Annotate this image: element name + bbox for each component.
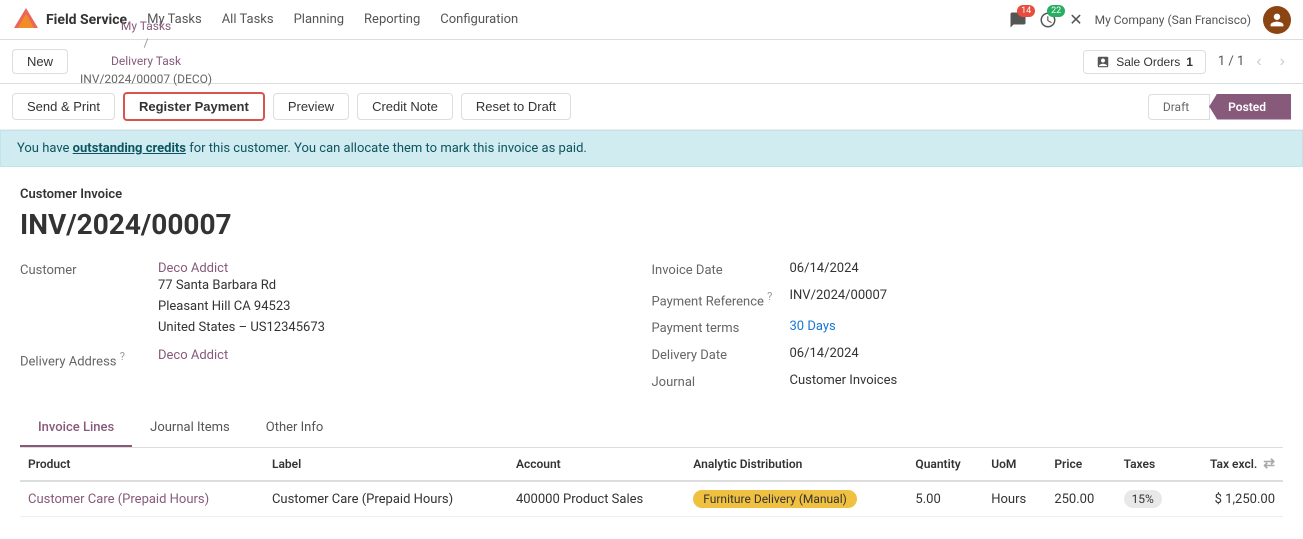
nav-planning[interactable]: Planning: [294, 12, 344, 27]
row-product[interactable]: Customer Care (Prepaid Hours): [28, 492, 209, 507]
journal-field: Journal Customer Invoices: [652, 373, 1284, 390]
alert-text-after: for this customer. You can allocate them…: [189, 141, 587, 156]
sale-orders-icon: [1096, 55, 1110, 69]
invoice-date-value: 06/14/2024: [790, 261, 859, 276]
breadcrumb-separator: /: [144, 35, 149, 52]
nav-right: 14 22 ✕ My Company (San Francisco): [1009, 6, 1291, 34]
nav-links: My Tasks All Tasks Planning Reporting Co…: [147, 12, 989, 27]
nav-reporting[interactable]: Reporting: [364, 12, 420, 27]
delivery-address-value[interactable]: Deco Addict: [158, 348, 228, 363]
sale-orders-count: 1: [1186, 55, 1193, 69]
col-tax-excl: Tax excl. ⇄: [1183, 448, 1283, 480]
sale-orders-label: Sale Orders: [1116, 55, 1180, 69]
nav-all-tasks[interactable]: All Tasks: [222, 12, 274, 27]
form-left: Customer Deco Addict 77 Santa Barbara Rd…: [20, 261, 652, 390]
payment-ref-value: INV/2024/00007: [790, 288, 888, 303]
table-row: Customer Care (Prepaid Hours) Customer C…: [20, 481, 1283, 517]
sale-orders-button[interactable]: Sale Orders 1: [1083, 50, 1206, 74]
avatar[interactable]: [1263, 6, 1291, 34]
tab-other-info[interactable]: Other Info: [248, 410, 342, 447]
pagination: 1 / 1 ‹ ›: [1218, 51, 1291, 73]
payment-terms-label: Payment terms: [652, 319, 782, 336]
invoice-date-field: Invoice Date 06/14/2024: [652, 261, 1284, 278]
chat-notification[interactable]: 14: [1009, 11, 1027, 29]
delivery-address-field: Delivery Address ? Deco Addict: [20, 348, 652, 369]
invoice-date-label: Invoice Date: [652, 261, 782, 278]
logo-icon: [12, 6, 40, 34]
customer-label: Customer: [20, 261, 150, 278]
payment-ref-label: Payment Reference ?: [652, 288, 782, 309]
status-workflow: Draft Posted: [1148, 94, 1291, 120]
form-body: Customer Invoice INV/2024/00007 Customer…: [0, 167, 1303, 390]
row-quantity: 5.00: [907, 481, 983, 517]
form-fields: Customer Deco Addict 77 Santa Barbara Rd…: [20, 261, 1283, 390]
row-label: Customer Care (Prepaid Hours): [264, 481, 508, 517]
form-right: Invoice Date 06/14/2024 Payment Referenc…: [652, 261, 1284, 390]
breadcrumb-child[interactable]: Delivery Task: [111, 53, 181, 70]
register-payment-button[interactable]: Register Payment: [123, 92, 265, 121]
sub-header: New My Tasks / Delivery Task INV/2024/00…: [0, 40, 1303, 84]
col-uom: UoM: [983, 448, 1046, 481]
send-print-button[interactable]: Send & Print: [12, 93, 115, 120]
next-page-button[interactable]: ›: [1274, 51, 1291, 73]
col-account: Account: [508, 448, 685, 481]
taxes-badge: 15%: [1124, 490, 1162, 508]
journal-value: Customer Invoices: [790, 373, 898, 388]
activity-notification[interactable]: 22: [1039, 11, 1057, 29]
sub-header-right: Sale Orders 1 1 / 1 ‹ ›: [1083, 50, 1291, 74]
delivery-address-label: Delivery Address ?: [20, 348, 150, 369]
payment-ref-help[interactable]: ?: [767, 290, 772, 303]
row-taxes: 15%: [1116, 481, 1183, 517]
outstanding-credits-link[interactable]: outstanding credits: [73, 141, 186, 156]
alert-text-before: You have: [17, 141, 73, 156]
credit-note-button[interactable]: Credit Note: [357, 93, 453, 120]
close-nav-icon[interactable]: ✕: [1069, 10, 1082, 29]
clock-badge: 22: [1047, 5, 1065, 17]
analytic-tag[interactable]: Furniture Delivery (Manual): [693, 490, 857, 508]
payment-terms-field: Payment terms 30 Days: [652, 319, 1284, 336]
invoice-lines-table: Product Label Account Analytic Distribut…: [20, 448, 1283, 517]
customer-field: Customer Deco Addict 77 Santa Barbara Rd…: [20, 261, 652, 338]
prev-page-button[interactable]: ‹: [1250, 51, 1267, 73]
journal-label: Journal: [652, 373, 782, 390]
pagination-text: 1 / 1: [1218, 54, 1244, 69]
col-analytic: Analytic Distribution: [685, 448, 907, 481]
col-taxes: Taxes: [1116, 448, 1183, 481]
company-name: My Company (San Francisco): [1095, 13, 1251, 27]
row-uom: Hours: [983, 481, 1046, 517]
tabs-bar: Invoice Lines Journal Items Other Info: [20, 410, 1283, 448]
breadcrumb-record: INV/2024/00007 (DECO): [80, 71, 212, 88]
customer-name[interactable]: Deco Addict: [158, 261, 228, 276]
delivery-date-label: Delivery Date: [652, 346, 782, 363]
reorder-columns-icon[interactable]: ⇄: [1263, 456, 1275, 472]
col-product: Product: [20, 448, 264, 481]
outstanding-credits-alert: You have outstanding credits for this cu…: [0, 130, 1303, 167]
col-label: Label: [264, 448, 508, 481]
col-price: Price: [1046, 448, 1115, 481]
new-button[interactable]: New: [12, 49, 68, 74]
tab-invoice-lines[interactable]: Invoice Lines: [20, 410, 132, 447]
status-draft[interactable]: Draft: [1148, 94, 1210, 120]
tab-journal-items[interactable]: Journal Items: [132, 410, 248, 447]
reset-to-draft-button[interactable]: Reset to Draft: [461, 93, 571, 120]
row-price: 250.00: [1046, 481, 1115, 517]
customer-address: 77 Santa Barbara Rd Pleasant Hill CA 945…: [158, 276, 325, 338]
status-posted: Posted: [1209, 94, 1291, 120]
row-account: 400000 Product Sales: [508, 481, 685, 517]
payment-ref-field: Payment Reference ? INV/2024/00007: [652, 288, 1284, 309]
nav-configuration[interactable]: Configuration: [440, 12, 518, 27]
row-tax-excl: $ 1,250.00: [1183, 481, 1283, 517]
breadcrumb-parent[interactable]: My Tasks: [121, 18, 171, 35]
row-analytic: Furniture Delivery (Manual): [685, 481, 907, 517]
form-number: INV/2024/00007: [20, 208, 1283, 241]
preview-button[interactable]: Preview: [273, 93, 349, 120]
delivery-date-value: 06/14/2024: [790, 346, 859, 361]
delivery-date-field: Delivery Date 06/14/2024: [652, 346, 1284, 363]
delivery-address-help[interactable]: ?: [120, 350, 125, 363]
payment-terms-value: 30 Days: [790, 319, 836, 334]
chat-badge: 14: [1017, 5, 1035, 17]
form-type: Customer Invoice: [20, 187, 1283, 202]
col-quantity: Quantity: [907, 448, 983, 481]
